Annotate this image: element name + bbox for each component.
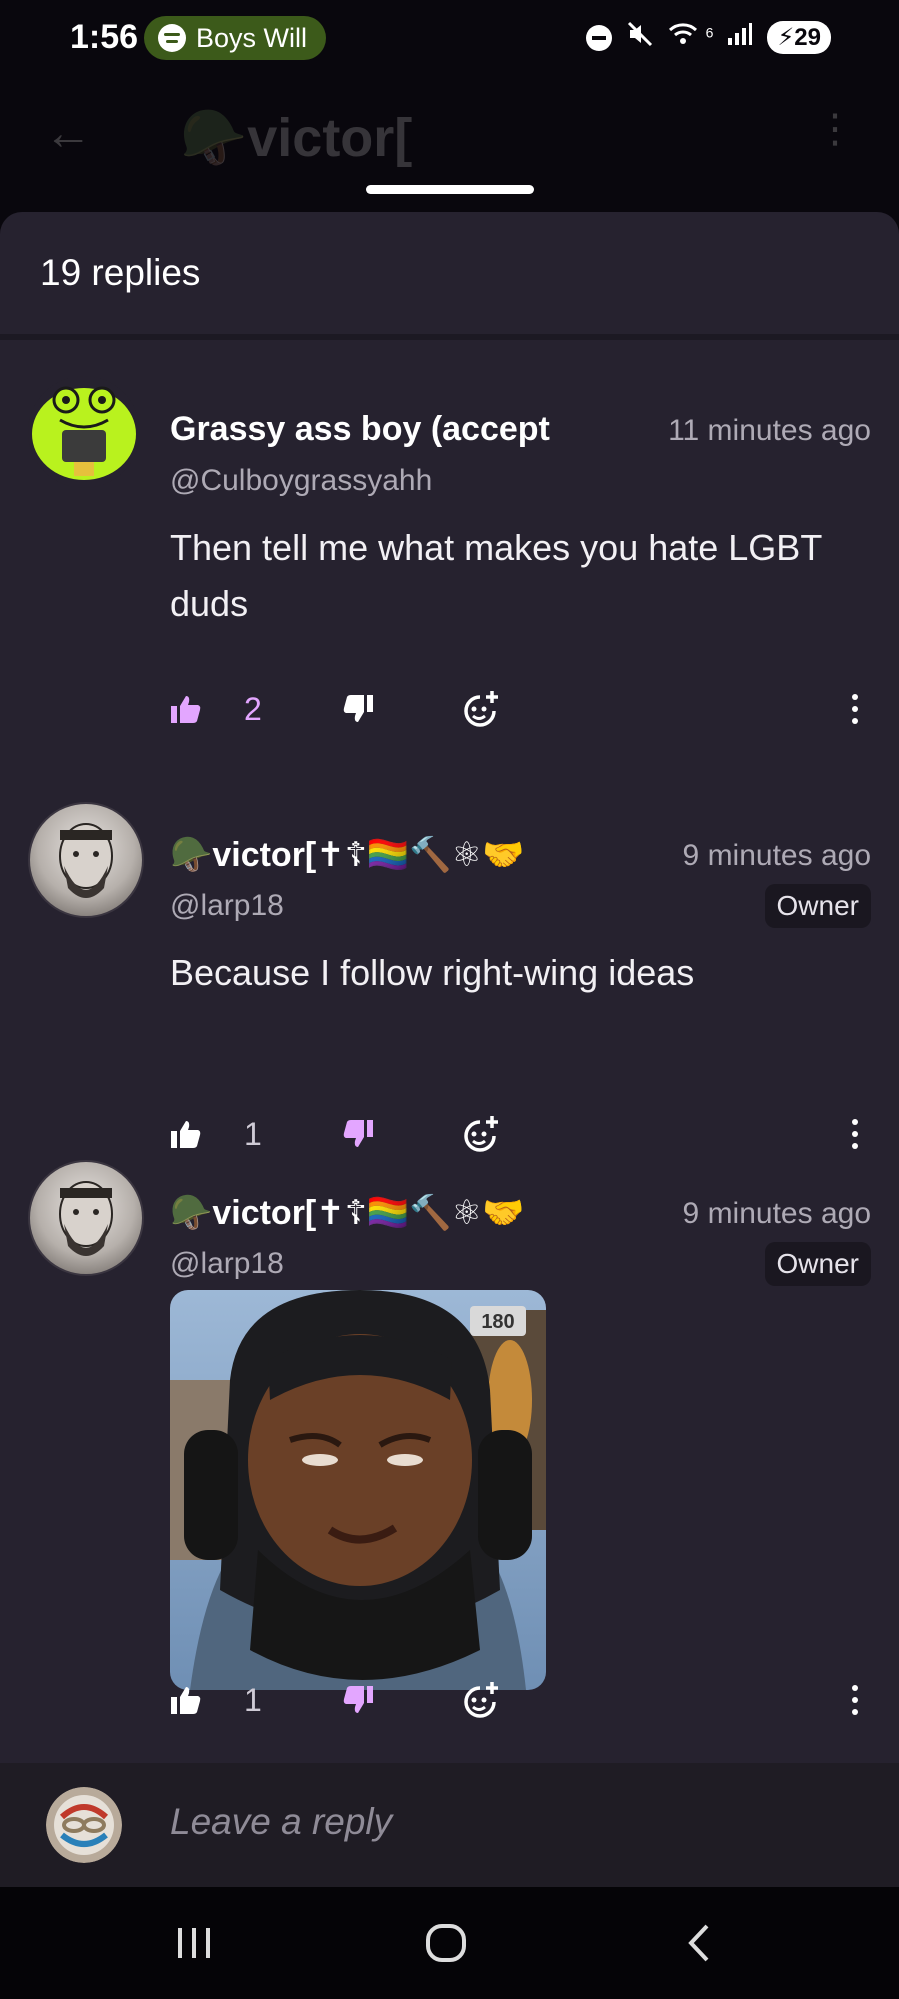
comment-author[interactable]: 🪖victor[✝☦🏳️‍🌈🔨⚛🤝 bbox=[170, 1193, 630, 1233]
like-count: 2 bbox=[244, 690, 262, 727]
avatar[interactable] bbox=[28, 376, 140, 488]
recent-apps-icon bbox=[178, 1928, 210, 1958]
mute-icon bbox=[626, 20, 654, 55]
status-time: 1:56 bbox=[70, 18, 139, 56]
replies-header: 19 replies bbox=[0, 212, 899, 340]
wifi-icon: 6 bbox=[668, 21, 713, 54]
comment-item: Grassy ass boy (accept 11 minutes ago @C… bbox=[0, 362, 899, 782]
comment-handle[interactable]: @larp18 bbox=[170, 1247, 284, 1281]
dislike-button[interactable] bbox=[342, 684, 374, 734]
current-user-avatar bbox=[46, 1787, 122, 1863]
comment-image[interactable]: 180 bbox=[170, 1290, 546, 1690]
media-playback-pill[interactable]: Boys Will bbox=[144, 16, 326, 60]
add-reaction-icon bbox=[464, 691, 498, 727]
thumbs-down-icon bbox=[343, 695, 373, 722]
owner-badge: Owner bbox=[764, 884, 871, 928]
home-button[interactable] bbox=[416, 1915, 476, 1971]
add-reaction-button[interactable] bbox=[460, 1675, 500, 1725]
comment-actions: 1 bbox=[170, 1675, 870, 1725]
replies-sheet: 19 replies Grassy ass boy (accept 11 min… bbox=[0, 212, 899, 1887]
avatar[interactable] bbox=[28, 802, 144, 918]
like-button[interactable] bbox=[170, 1675, 202, 1725]
background-title: 🪖victor[ bbox=[180, 106, 413, 169]
reply-composer: Leave a reply bbox=[0, 1763, 899, 1887]
thumbs-up-icon bbox=[171, 696, 201, 723]
thumbs-up-icon bbox=[171, 1687, 201, 1714]
battery-level: 29 bbox=[794, 24, 821, 51]
do-not-disturb-icon bbox=[586, 24, 613, 51]
status-icons: 6 ⚡29 bbox=[586, 20, 831, 55]
like-count: 1 bbox=[244, 1681, 262, 1718]
signal-icon bbox=[727, 22, 753, 53]
comment-handle[interactable]: @larp18 bbox=[170, 889, 284, 923]
back-arrow-icon: ← bbox=[44, 107, 92, 160]
comment-text: Then tell me what makes you hate LGBT du… bbox=[170, 527, 822, 624]
charging-icon: ⚡ bbox=[777, 24, 795, 51]
helmet-icon: 🪖 bbox=[180, 106, 248, 169]
media-track-title: Boys Will bbox=[196, 22, 308, 53]
reply-input[interactable]: Leave a reply bbox=[170, 1801, 392, 1843]
dislike-button[interactable] bbox=[342, 1675, 374, 1725]
comment-handle[interactable]: @Culboygrassyahh bbox=[170, 464, 432, 498]
like-button[interactable] bbox=[170, 684, 202, 734]
owner-badge: Owner bbox=[764, 1242, 871, 1286]
home-icon bbox=[426, 1924, 466, 1962]
media-badge: 180 bbox=[481, 1311, 514, 1333]
back-button[interactable] bbox=[670, 1915, 730, 1971]
back-icon bbox=[688, 1924, 709, 1962]
comment-item: 🪖victor[✝☦🏳️‍🌈🔨⚛🤝 9 minutes ago @larp18 … bbox=[0, 787, 899, 1152]
emoji-badges-icon: ✝☦🏳️‍🌈🔨⚛🤝 bbox=[316, 1193, 525, 1233]
spotify-icon bbox=[158, 24, 186, 52]
comment-time: 11 minutes ago bbox=[668, 414, 871, 447]
wifi-label: 6 bbox=[705, 24, 714, 41]
helmet-icon: 🪖 bbox=[170, 835, 213, 875]
add-reaction-button[interactable] bbox=[460, 684, 500, 734]
system-nav-bar bbox=[0, 1887, 899, 1999]
comment-more-button[interactable] bbox=[840, 684, 870, 734]
recent-apps-button[interactable] bbox=[164, 1915, 224, 1971]
battery-indicator: ⚡29 bbox=[767, 21, 831, 54]
comment-time: 9 minutes ago bbox=[682, 1197, 871, 1230]
comment-author[interactable]: Grassy ass boy (accept bbox=[170, 410, 610, 449]
comment-author[interactable]: 🪖victor[✝☦🏳️‍🌈🔨⚛🤝 bbox=[170, 835, 630, 875]
emoji-badges-icon: ✝☦🏳️‍🌈🔨⚛🤝 bbox=[316, 835, 525, 875]
add-reaction-icon bbox=[464, 1682, 498, 1718]
replies-count: 19 replies bbox=[40, 252, 201, 293]
comment-more-button[interactable] bbox=[840, 1675, 870, 1725]
comment-text: Because I follow right-wing ideas bbox=[170, 952, 695, 993]
avatar[interactable] bbox=[28, 1160, 144, 1276]
sheet-drag-handle[interactable] bbox=[366, 185, 534, 194]
comment-time: 9 minutes ago bbox=[682, 839, 871, 872]
comment-actions: 2 bbox=[170, 684, 870, 734]
helmet-icon: 🪖 bbox=[170, 1193, 213, 1233]
thumbs-down-icon bbox=[343, 1686, 373, 1713]
status-bar: 1:56 Boys Will 6 ⚡29 bbox=[0, 0, 899, 80]
comment-item: 🪖victor[✝☦🏳️‍🌈🔨⚛🤝 9 minutes ago @larp18 … bbox=[0, 1145, 899, 1718]
more-options-icon: ⋮ bbox=[815, 107, 855, 151]
